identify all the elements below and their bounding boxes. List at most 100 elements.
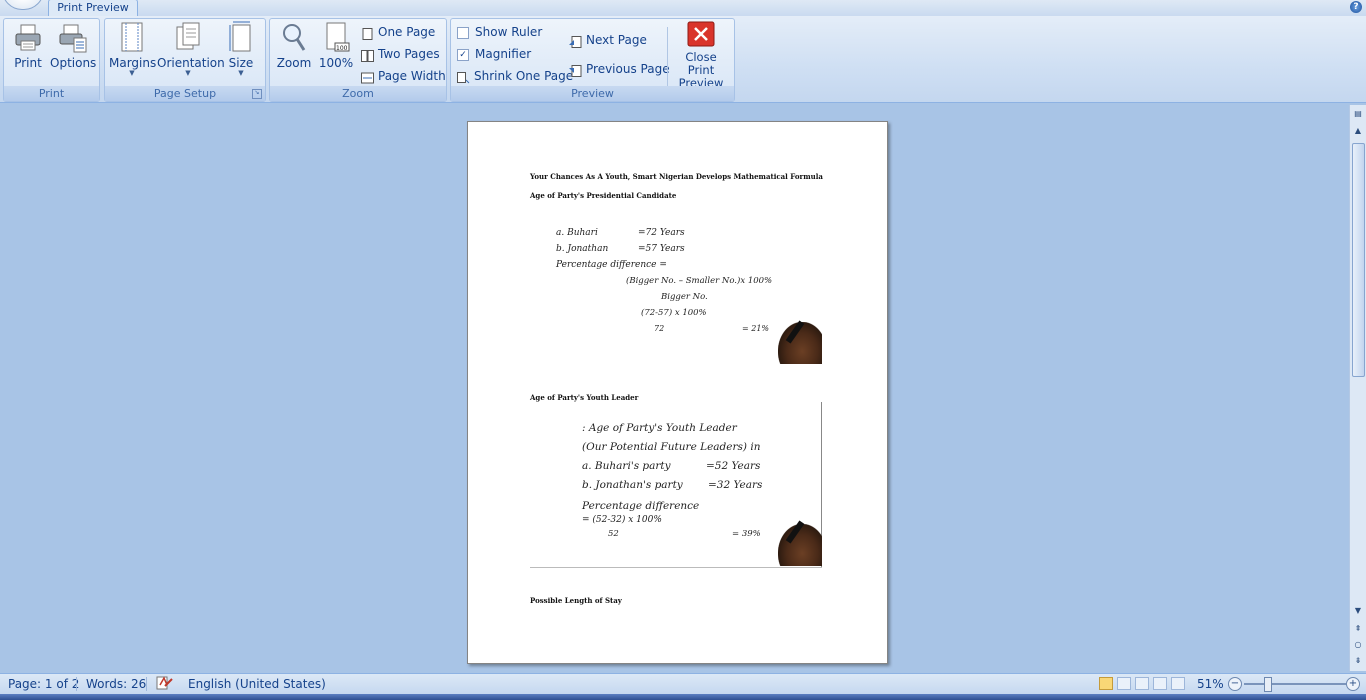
printer-icon [13,21,43,53]
page-setup-dialog-launcher-icon[interactable]: ↘ [252,89,262,99]
s2-calc-denom: 52 [608,529,619,539]
options-label: Options [50,56,97,70]
ruler-toggle-icon[interactable]: ▤ [1352,108,1364,120]
scroll-up-icon[interactable]: ▲ [1352,125,1364,137]
outline-view-icon[interactable] [1153,677,1167,690]
document-page[interactable]: Your Chances As A Youth, Smart Nigerian … [467,121,888,664]
status-bar: Page: 1 of 2 Words: 26 English (United S… [0,673,1366,694]
margins-label: Margins [109,56,157,70]
zoom-in-icon[interactable]: + [1346,677,1360,691]
hand-photo-2 [778,524,822,566]
document-heading: Your Chances As A Youth, Smart Nigerian … [530,172,823,181]
one-page-button[interactable]: One Page [361,23,435,41]
image-bottom-border [530,567,822,568]
group-label-print: Print [4,86,99,101]
s2-calc: = (52-32) x 100% [582,515,662,525]
group-print: Print Options Print [3,18,100,102]
s2-line-pct: Percentage difference [582,500,700,512]
tab-print-preview[interactable]: Print Preview [48,0,138,17]
print-layout-view-icon[interactable] [1099,677,1113,690]
show-ruler-check[interactable] [457,26,469,39]
s1-denominator: Bigger No. [661,292,708,302]
close-print-preview-button[interactable]: Close Print Preview [671,21,731,90]
print-button[interactable]: Print [10,21,46,70]
office-button[interactable] [2,0,44,10]
two-pages-icon [361,49,374,62]
next-page-arrow-icon[interactable]: ⇟ [1352,655,1364,667]
next-page-icon [569,35,582,48]
orientation-button[interactable]: Orientation ▼ [157,21,225,77]
s2-line-b: b. Jonathan's party [582,479,683,491]
scroll-down-icon[interactable]: ▼ [1352,605,1364,617]
margins-button[interactable]: Margins ▼ [109,21,157,77]
group-zoom: Zoom 100 100% One Page Two Pages Page Wi… [269,18,447,102]
taskbar [0,694,1366,700]
zoom-button[interactable]: Zoom [274,21,314,70]
margins-icon [117,21,147,53]
one-page-icon [361,27,374,40]
ribbon: Print Options Print Margins ▼ Orientatio… [0,16,1366,103]
zoom-100-label: 100% [318,56,354,70]
close-icon [687,21,715,47]
group-label-zoom: Zoom [270,86,446,101]
show-ruler-checkbox[interactable]: Show Ruler [457,23,542,41]
s2-line-1: : Age of Party's Youth Leader [582,422,737,434]
status-separator [76,677,77,691]
zoom-slider-thumb[interactable] [1264,677,1272,692]
print-label: Print [14,56,42,70]
draft-view-icon[interactable] [1171,677,1185,690]
size-button[interactable]: Size ▼ [223,21,259,77]
previous-page-arrow-icon[interactable]: ⇞ [1352,623,1364,635]
close-print-preview-label-1: Close Print [685,50,717,77]
s1-line-b: b. Jonathan [556,244,609,254]
browse-object-icon[interactable]: ○ [1352,639,1364,651]
scroll-thumb[interactable] [1352,143,1365,377]
page-width-button[interactable]: Page Width [361,67,446,85]
s2-line-a-val: =52 Years [706,460,761,472]
magnifier-check[interactable]: ✓ [457,48,469,61]
options-button[interactable]: Options [50,21,96,70]
previous-page-button[interactable]: Previous Page [569,60,670,78]
zoom-slider-track[interactable] [1244,683,1346,685]
previous-page-label: Previous Page [586,62,670,76]
web-layout-view-icon[interactable] [1135,677,1149,690]
group-page-setup: Margins ▼ Orientation ▼ Size ▼ Page Setu… [104,18,266,102]
magnifier-label: Magnifier [475,47,532,61]
status-language[interactable]: English (United States) [188,677,326,691]
status-words[interactable]: Words: 26 [86,677,146,691]
page-setup-label: Page Setup [153,87,217,100]
two-pages-label: Two Pages [378,47,440,61]
zoom-label: Zoom [276,56,312,70]
s1-calc: (72-57) x 100% [641,308,707,318]
zoom-level[interactable]: 51% [1197,677,1224,691]
zoom-out-icon[interactable]: − [1228,677,1242,691]
shrink-one-page-button[interactable]: Shrink One Page [457,67,573,85]
magnifier-checkbox[interactable]: ✓ Magnifier [457,45,531,63]
s1-formula: (Bigger No. – Smaller No.)x 100% [626,276,773,286]
vertical-scrollbar[interactable]: ▤ ▲ ▼ ⇞ ○ ⇟ [1349,105,1366,671]
svg-text:100: 100 [336,45,348,52]
status-page[interactable]: Page: 1 of 2 [8,677,79,691]
orientation-icon [173,21,203,53]
shrink-page-icon [457,71,470,83]
group-label-page-setup: Page Setup ↘ [105,86,265,101]
one-page-label: One Page [378,25,436,39]
s2-line-2: (Our Potential Future Leaders) in [582,441,761,453]
section2-title: Age of Party's Youth Leader [530,393,639,402]
group-label-preview: Preview [451,86,734,101]
s2-line-b-val: =32 Years [708,479,763,491]
orientation-dropdown-icon: ▼ [185,69,191,77]
two-pages-button[interactable]: Two Pages [361,45,440,63]
status-separator [146,677,147,691]
s1-calc-denom: 72 [654,324,665,333]
full-screen-reading-view-icon[interactable] [1117,677,1131,690]
section3-title: Possible Length of Stay [530,596,622,605]
zoom-100-button[interactable]: 100 100% [317,21,355,70]
title-bar: Print Preview ? [0,0,1366,17]
proofing-icon[interactable] [155,675,173,694]
orientation-label: Orientation [157,56,225,70]
help-icon[interactable]: ? [1350,1,1362,13]
next-page-button[interactable]: Next Page [569,31,647,49]
s1-line-a: a. Buhari [556,228,598,238]
s2-line-a: a. Buhari's party [582,460,671,472]
